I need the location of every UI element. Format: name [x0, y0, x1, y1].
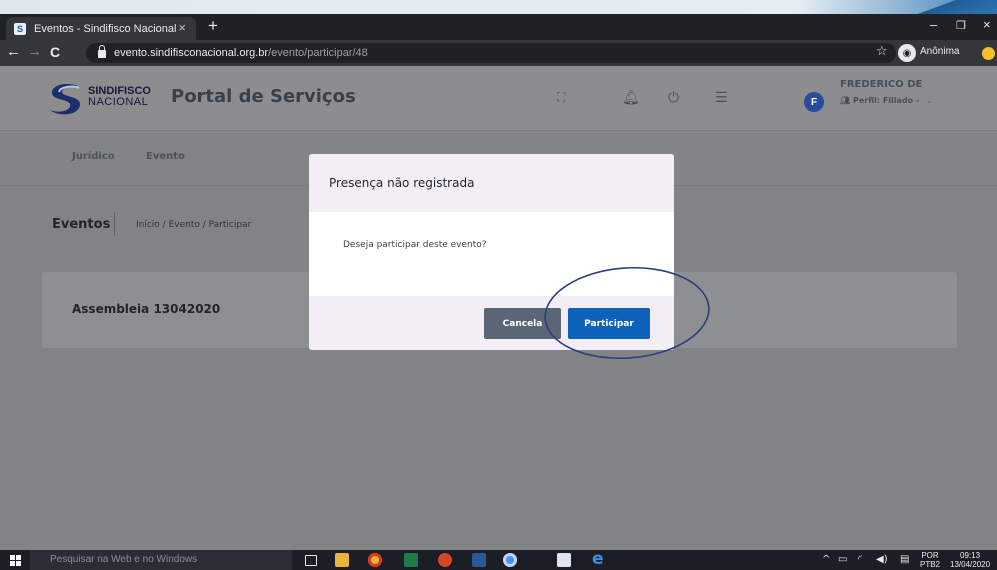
address-bar[interactable]: evento.sindifisconacional.org.br/evento/…: [86, 43, 896, 63]
nav-item-evento[interactable]: Evento: [146, 151, 185, 162]
confirm-modal: Presença não registrada Deseja participa…: [309, 154, 674, 350]
breadcrumb[interactable]: Início / Evento / Participar: [136, 220, 251, 230]
portal-title: Portal de Serviços: [171, 86, 356, 107]
user-name[interactable]: FREDERICO DE: [840, 79, 922, 90]
taskbar-search-placeholder: Pesquisar na Web e no Windows: [50, 554, 198, 565]
page-viewport: SINDIFISCO NACIONAL Portal de Serviços ⛶…: [0, 66, 997, 550]
incognito-icon[interactable]: ◉: [898, 44, 916, 62]
chevron-down-icon: ⌄: [926, 96, 933, 105]
network-icon[interactable]: ▭: [838, 554, 847, 565]
desktop-background: [0, 0, 997, 14]
window-close-icon[interactable]: ×: [983, 17, 991, 32]
fullscreen-icon[interactable]: ⛶: [557, 90, 565, 105]
incognito-label[interactable]: Anônima: [920, 46, 959, 57]
extension-icon[interactable]: [982, 47, 995, 60]
event-title: Assembleia 13042020: [72, 302, 221, 316]
user-profile-label: Perfil: Filiado -: [852, 96, 920, 105]
taskbar-search[interactable]: Pesquisar na Web e no Windows: [30, 550, 292, 570]
bookmark-star-icon[interactable]: ☆: [876, 44, 888, 59]
windows-taskbar: Pesquisar na Web e no Windows e ^ ▭ ◜ ◀)…: [0, 549, 997, 570]
page-title: Eventos: [52, 217, 111, 232]
avatar[interactable]: F: [804, 92, 824, 112]
favicon-icon: S: [14, 22, 26, 35]
clock[interactable]: 09:13 13/04/2020: [950, 551, 990, 569]
modal-title: Presença não registrada: [329, 176, 475, 190]
app-header: SINDIFISCO NACIONAL Portal de Serviços ⛶…: [0, 66, 997, 130]
modal-body: Deseja participar deste evento?: [309, 212, 674, 296]
new-tab-icon[interactable]: +: [208, 16, 218, 36]
excel-icon[interactable]: [404, 553, 418, 567]
powerpoint-icon[interactable]: [438, 553, 452, 567]
notification-icon[interactable]: ▤: [900, 554, 909, 565]
chrome-profile-icon[interactable]: [503, 553, 517, 567]
task-view-icon[interactable]: [305, 555, 317, 566]
url-text: evento.sindifisconacional.org.br/evento/…: [114, 47, 368, 59]
tab-close-icon[interactable]: ×: [178, 20, 186, 35]
restore-icon[interactable]: ❐: [956, 19, 966, 32]
forward-arrow-icon[interactable]: →: [27, 43, 42, 60]
user-profile[interactable]: 👥︎ Perfil: Filiado - ⌄: [840, 96, 933, 105]
wifi-icon[interactable]: ◜: [858, 554, 862, 565]
modal-message: Deseja participar deste evento?: [343, 240, 487, 250]
tray-chevron-icon[interactable]: ^: [822, 554, 830, 565]
bell-icon[interactable]: 🔔︎: [622, 90, 640, 106]
reload-icon[interactable]: C: [50, 44, 60, 60]
logo-text: SINDIFISCO NACIONAL: [88, 85, 151, 108]
menu-list-icon[interactable]: ☰: [715, 90, 728, 106]
browser-window: S Eventos - Sindifisco Nacional × + – ❐ …: [0, 14, 997, 550]
word-icon[interactable]: [472, 553, 486, 567]
tab-strip: S Eventos - Sindifisco Nacional × + – ❐ …: [0, 14, 997, 40]
desktop-wallpaper-swoosh: [857, 0, 997, 14]
modal-header: Presença não registrada: [309, 154, 674, 212]
participar-button[interactable]: Participar: [568, 308, 650, 339]
sindifisco-logo-icon[interactable]: [46, 80, 84, 118]
chrome-icon[interactable]: [368, 553, 382, 567]
back-arrow-icon[interactable]: ←: [6, 43, 21, 60]
minimize-icon[interactable]: –: [930, 17, 937, 32]
cancel-button[interactable]: Cancela: [484, 308, 561, 339]
browser-toolbar: ← → C evento.sindifisconacional.org.br/e…: [0, 40, 997, 66]
users-icon: 👥︎: [840, 96, 851, 105]
tab-title: Eventos - Sindifisco Nacional: [34, 22, 177, 35]
nav-item-juridico[interactable]: Jurídico: [72, 151, 115, 162]
windows-start-icon[interactable]: [10, 555, 21, 566]
modal-footer: Cancela Participar: [309, 296, 674, 350]
browser-tab[interactable]: S Eventos - Sindifisco Nacional ×: [6, 17, 196, 40]
breadcrumb-divider: [114, 212, 115, 236]
lock-icon: [98, 45, 106, 58]
power-icon[interactable]: ⏻: [668, 90, 679, 106]
edge-icon[interactable]: e: [592, 549, 606, 569]
language-indicator[interactable]: POR PTB2: [920, 551, 940, 569]
file-explorer-icon[interactable]: [335, 553, 349, 567]
volume-icon[interactable]: ◀): [876, 554, 888, 565]
photos-icon[interactable]: [557, 553, 571, 567]
